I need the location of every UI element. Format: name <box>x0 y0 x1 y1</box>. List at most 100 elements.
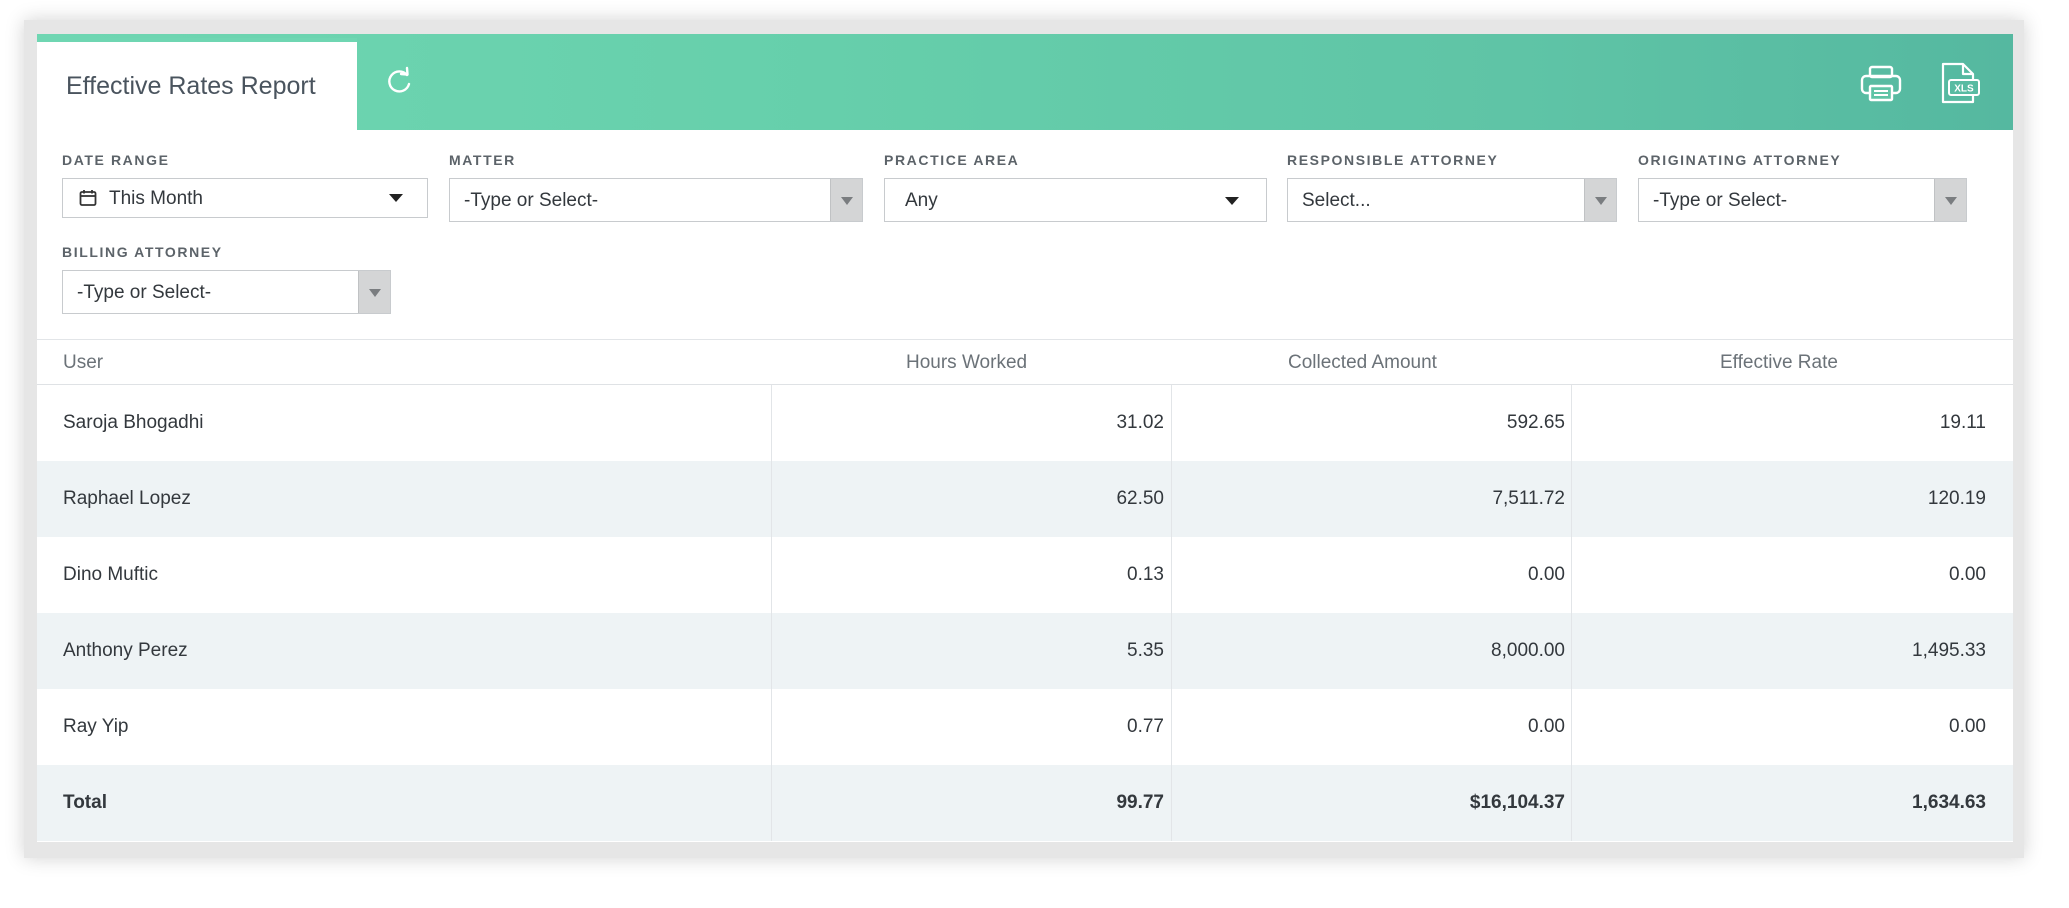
total-collected-value: $16,104.37 <box>1469 792 1565 813</box>
filter-date-range: DATE RANGE This Month <box>62 152 428 218</box>
refresh-button[interactable] <box>379 62 419 102</box>
billing-attorney-select[interactable]: -Type or Select- <box>62 270 391 314</box>
report-header: Effective Rates Report XLS <box>37 34 2013 130</box>
practice-area-label: PRACTICE AREA <box>884 152 1020 168</box>
cell-hours-worked: 5.35 <box>771 613 1171 689</box>
table-header: User Hours Worked Collected Amount Effec… <box>37 339 2013 385</box>
export-xls-button[interactable]: XLS <box>1937 62 1981 106</box>
total-hours-value: 99.77 <box>1116 792 1164 813</box>
table-row: Saroja Bhogadhi 31.02 592.65 19.11 <box>37 385 2013 461</box>
chevron-down-icon <box>1225 197 1239 205</box>
filter-practice-area: PRACTICE AREA Any <box>884 152 1267 222</box>
column-header-user[interactable]: User <box>63 352 103 374</box>
matter-value: -Type or Select- <box>464 190 599 211</box>
collected-value: 8,000.00 <box>1491 640 1565 661</box>
effective-rates-table: User Hours Worked Collected Amount Effec… <box>37 339 2013 841</box>
cell-hours-worked: 62.50 <box>771 461 1171 537</box>
table-row: Ray Yip 0.77 0.00 0.00 <box>37 689 2013 765</box>
cell-total-rate: 1,634.63 <box>1571 765 2013 841</box>
cell-hours-worked: 0.77 <box>771 689 1171 765</box>
chevron-down-icon <box>1595 197 1607 205</box>
cell-collected-amount: 7,511.72 <box>1171 461 1571 537</box>
responsible-attorney-dropdown-toggle[interactable] <box>1584 179 1616 221</box>
user-name: Dino Muftic <box>63 564 159 585</box>
total-label: Total <box>63 792 107 813</box>
billing-attorney-value: -Type or Select- <box>77 282 212 303</box>
cell-hours-worked: 0.13 <box>771 537 1171 613</box>
print-button[interactable] <box>1859 64 1903 104</box>
responsible-attorney-label: RESPONSIBLE ATTORNEY <box>1287 152 1499 168</box>
hours-value: 0.77 <box>1127 716 1164 737</box>
user-name: Saroja Bhogadhi <box>63 412 204 433</box>
matter-label: MATTER <box>449 152 516 168</box>
user-name: Raphael Lopez <box>63 488 191 509</box>
hours-value: 5.35 <box>1127 640 1164 661</box>
filter-billing-attorney: BILLING ATTORNEY -Type or Select- <box>62 244 391 314</box>
billing-attorney-label: BILLING ATTORNEY <box>62 244 223 260</box>
total-rate-value: 1,634.63 <box>1912 792 1986 813</box>
calendar-icon <box>79 190 97 206</box>
hours-value: 31.02 <box>1116 412 1164 433</box>
cell-collected-amount: 8,000.00 <box>1171 613 1571 689</box>
cell-effective-rate: 120.19 <box>1571 461 2013 537</box>
cell-effective-rate: 1,495.33 <box>1571 613 2013 689</box>
cell-effective-rate: 19.11 <box>1571 385 2013 461</box>
cell-user: Ray Yip <box>37 689 771 765</box>
chevron-down-icon <box>1945 197 1957 205</box>
cell-collected-amount: 0.00 <box>1171 689 1571 765</box>
cell-total-hours: 99.77 <box>771 765 1171 841</box>
filter-matter: MATTER -Type or Select- <box>449 152 863 222</box>
cell-collected-amount: 592.65 <box>1171 385 1571 461</box>
filter-responsible-attorney: RESPONSIBLE ATTORNEY Select... <box>1287 152 1617 222</box>
page-title: Effective Rates Report <box>66 72 316 100</box>
chevron-down-icon <box>389 194 403 202</box>
date-range-value: This Month <box>109 188 203 209</box>
collected-value: 0.00 <box>1528 564 1565 585</box>
printer-icon <box>1860 65 1902 102</box>
rate-value: 120.19 <box>1927 488 1986 509</box>
practice-area-select[interactable]: Any <box>884 178 1267 222</box>
column-header-hours-worked[interactable]: Hours Worked <box>906 352 1027 374</box>
cell-user: Raphael Lopez <box>37 461 771 537</box>
report-card: Effective Rates Report XLS DATE RANGE Th… <box>37 34 2013 842</box>
table-row: Anthony Perez 5.35 8,000.00 1,495.33 <box>37 613 2013 689</box>
refresh-icon <box>388 66 411 93</box>
responsible-attorney-select[interactable]: Select... <box>1287 178 1617 222</box>
responsible-attorney-value: Select... <box>1302 190 1371 211</box>
date-range-select[interactable]: This Month <box>62 178 428 218</box>
cell-user: Dino Muftic <box>37 537 771 613</box>
cell-collected-amount: 0.00 <box>1171 537 1571 613</box>
chevron-down-icon <box>369 289 381 297</box>
rate-value: 19.11 <box>1939 412 1986 433</box>
originating-attorney-label: ORIGINATING ATTORNEY <box>1638 152 1842 168</box>
table-row: Dino Muftic 0.13 0.00 0.00 <box>37 537 2013 613</box>
matter-select[interactable]: -Type or Select- <box>449 178 863 222</box>
filter-originating-attorney: ORIGINATING ATTORNEY -Type or Select- <box>1638 152 1967 222</box>
billing-attorney-dropdown-toggle[interactable] <box>358 271 390 313</box>
collected-value: 592.65 <box>1506 412 1565 433</box>
collected-value: 7,511.72 <box>1492 488 1565 509</box>
matter-dropdown-toggle[interactable] <box>830 179 862 221</box>
cell-effective-rate: 0.00 <box>1571 537 2013 613</box>
cell-total-collected: $16,104.37 <box>1171 765 1571 841</box>
user-name: Ray Yip <box>63 716 129 737</box>
cell-user: Saroja Bhogadhi <box>37 385 771 461</box>
tab-effective-rates-report[interactable]: Effective Rates Report <box>37 38 357 130</box>
column-header-collected-amount[interactable]: Collected Amount <box>1288 352 1437 374</box>
rate-value: 0.00 <box>1949 716 1986 737</box>
collected-value: 0.00 <box>1528 716 1565 737</box>
cell-user: Anthony Perez <box>37 613 771 689</box>
cell-total-label: Total <box>37 765 771 841</box>
chevron-down-icon <box>841 197 853 205</box>
cell-effective-rate: 0.00 <box>1571 689 2013 765</box>
column-header-effective-rate[interactable]: Effective Rate <box>1720 352 1838 374</box>
xls-file-icon: XLS <box>1941 62 1980 104</box>
originating-attorney-dropdown-toggle[interactable] <box>1934 179 1966 221</box>
table-row: Raphael Lopez 62.50 7,511.72 120.19 <box>37 461 2013 537</box>
xls-icon-label: XLS <box>1954 84 1974 95</box>
originating-attorney-select[interactable]: -Type or Select- <box>1638 178 1967 222</box>
cell-hours-worked: 31.02 <box>771 385 1171 461</box>
rate-value: 1,495.33 <box>1912 640 1986 661</box>
user-name: Anthony Perez <box>63 640 188 661</box>
table-total-row: Total 99.77 $16,104.37 1,634.63 <box>37 765 2013 841</box>
